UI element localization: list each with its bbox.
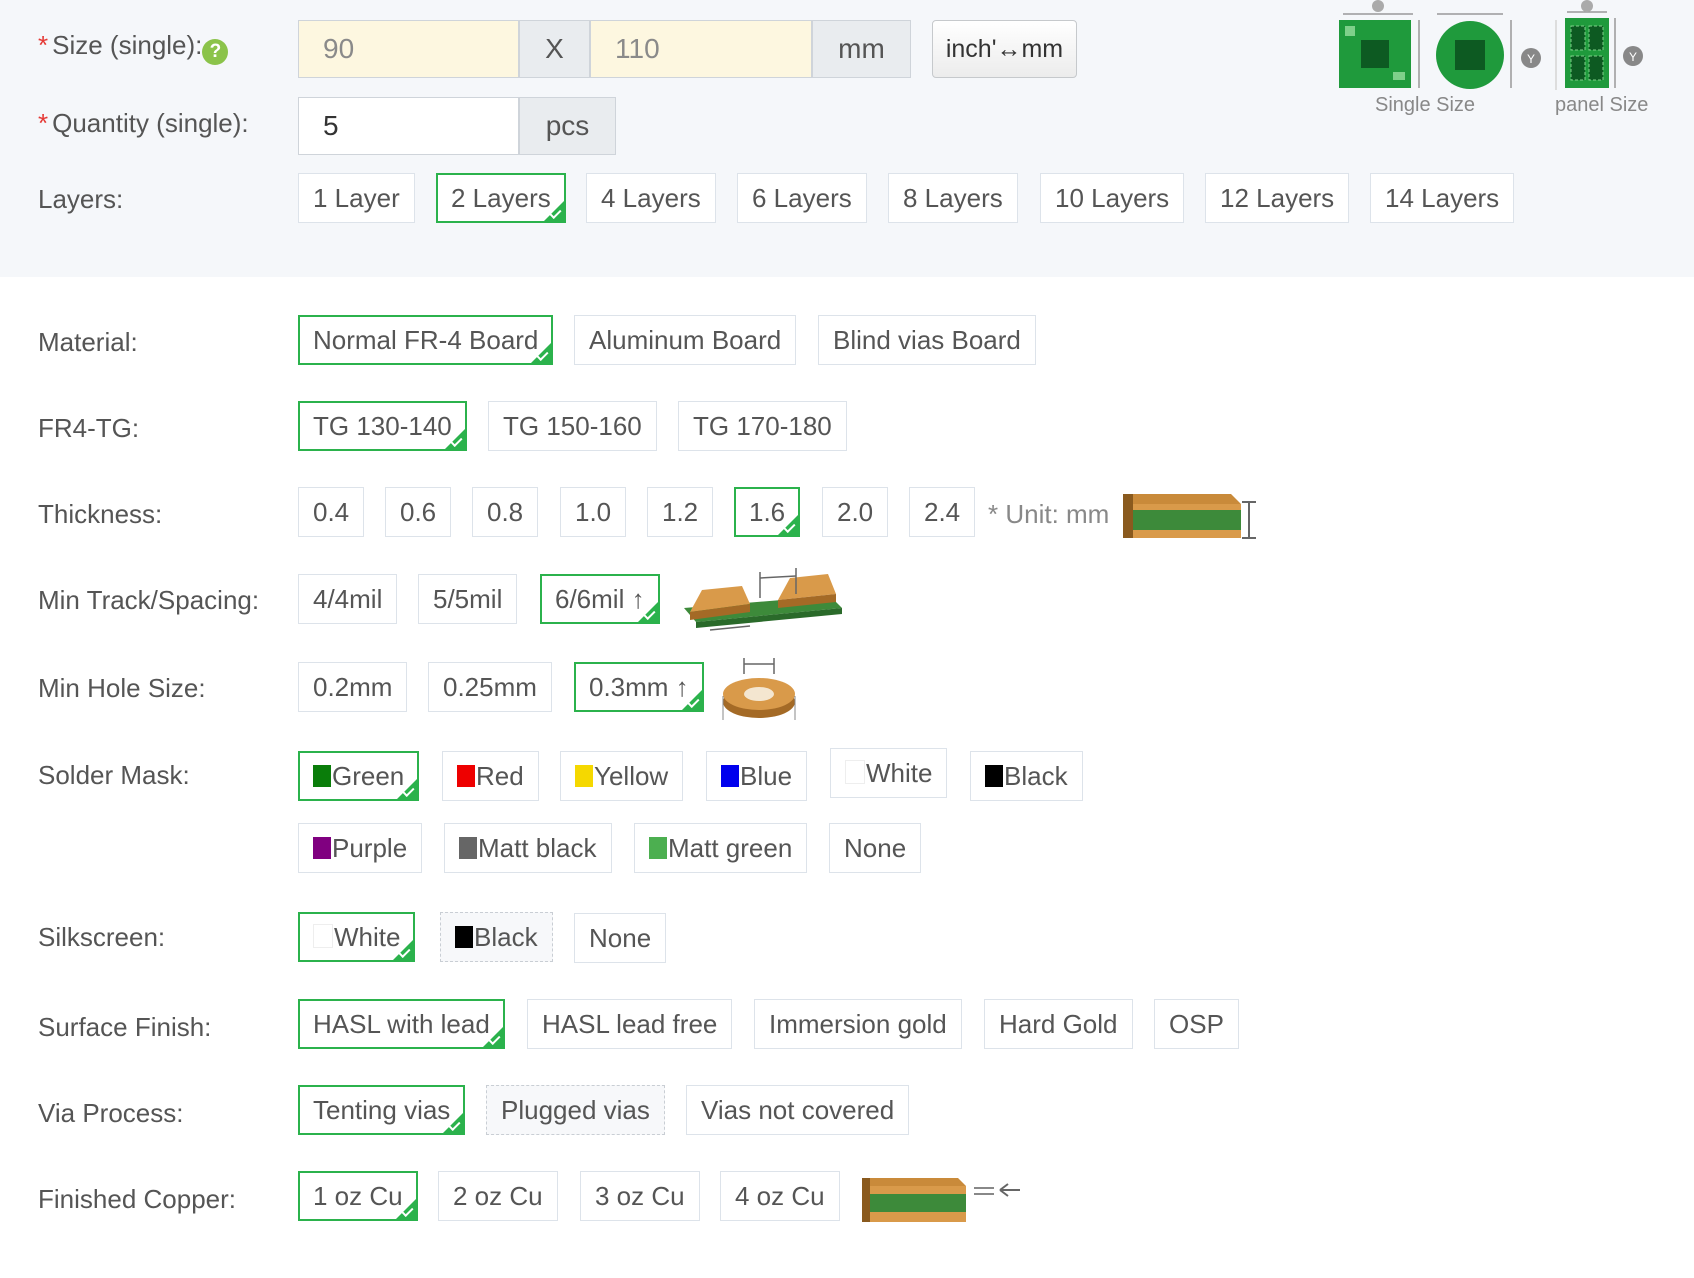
color-swatch — [313, 924, 333, 948]
surface-finish-option[interactable]: HASL lead free — [527, 999, 733, 1049]
track-spacing-icon — [684, 568, 842, 631]
copper-option[interactable]: 2 oz Cu — [438, 1171, 558, 1221]
via-process-option[interactable]: Plugged vias — [486, 1085, 665, 1135]
layer-option[interactable]: 14 Layers — [1370, 173, 1515, 223]
quantity-label: * Quantity (single): — [38, 108, 249, 138]
copper-option[interactable]: 1 oz Cu — [298, 1171, 418, 1221]
color-swatch — [313, 837, 331, 859]
track-spacing-label: Min Track/Spacing: — [38, 585, 260, 615]
color-swatch — [457, 765, 475, 787]
layer-option[interactable]: 2 Layers — [436, 173, 566, 223]
size-label: * Size (single):? — [38, 30, 229, 65]
copper-option[interactable]: 4 oz Cu — [720, 1171, 840, 1221]
color-swatch — [455, 926, 473, 948]
color-swatch — [575, 765, 593, 787]
material-option[interactable]: Aluminum Board — [574, 315, 797, 365]
solder-mask-option[interactable]: Blue — [706, 751, 808, 801]
width-input[interactable]: 90 — [298, 20, 519, 78]
layers-label: Layers: — [38, 184, 124, 214]
solder-mask-option[interactable]: Matt black — [444, 823, 612, 873]
hole-size-icon — [722, 658, 796, 720]
layer-option[interactable]: 10 Layers — [1040, 173, 1185, 223]
track-option[interactable]: 6/6mil ↑ — [540, 574, 660, 624]
height-input[interactable]: 110 — [590, 20, 812, 78]
material-label: Material: — [38, 327, 138, 357]
required-asterisk: * — [38, 30, 49, 60]
track-option[interactable]: 4/4mil — [298, 574, 398, 624]
quantity-input[interactable]: 5 — [298, 97, 519, 155]
layer-option[interactable]: 4 Layers — [586, 173, 716, 223]
hole-size-label: Min Hole Size: — [38, 673, 206, 703]
solder-mask-option[interactable]: Yellow — [560, 751, 684, 801]
silkscreen-option[interactable]: Black — [440, 912, 553, 962]
silkscreen-label: Silkscreen: — [38, 922, 166, 952]
surface-finish-option[interactable]: Hard Gold — [984, 999, 1133, 1049]
thickness-option[interactable]: 1.2 — [647, 487, 714, 537]
material-option[interactable]: Normal FR-4 Board — [298, 315, 554, 365]
via-process-option[interactable]: Tenting vias — [298, 1085, 466, 1135]
solder-mask-label: Solder Mask: — [38, 760, 190, 790]
hole-option[interactable]: 0.3mm ↑ — [574, 662, 704, 712]
color-swatch — [313, 765, 331, 787]
finished-copper-label: Finished Copper: — [38, 1184, 236, 1214]
surface-finish-label: Surface Finish: — [38, 1012, 212, 1042]
thickness-option[interactable]: 2.4 — [909, 487, 976, 537]
solder-mask-option[interactable]: Green — [298, 751, 420, 801]
fr4-tg-label: FR4-TG: — [38, 413, 140, 443]
surface-finish-option[interactable]: Immersion gold — [754, 999, 962, 1049]
size-unit: mm — [812, 20, 911, 78]
thickness-option[interactable]: 0.6 — [385, 487, 452, 537]
solder-mask-option[interactable]: Black — [970, 751, 1083, 801]
color-swatch — [845, 760, 865, 784]
thickness-option[interactable]: 2.0 — [822, 487, 889, 537]
required-asterisk: * — [38, 108, 49, 138]
solder-mask-option[interactable]: White — [830, 748, 948, 798]
solder-mask-option[interactable]: Purple — [298, 823, 423, 873]
layer-option[interactable]: 12 Layers — [1205, 173, 1350, 223]
via-process-label: Via Process: — [38, 1098, 184, 1128]
color-swatch — [459, 837, 477, 859]
layer-option[interactable]: 8 Layers — [888, 173, 1018, 223]
thickness-option[interactable]: 0.8 — [472, 487, 539, 537]
single-size-caption: Single Size — [1375, 94, 1476, 116]
size-separator: X — [519, 20, 590, 78]
thickness-unit-note: * Unit: mm — [988, 499, 1110, 529]
surface-finish-option[interactable]: OSP — [1154, 999, 1239, 1049]
hole-option[interactable]: 0.2mm — [298, 662, 408, 712]
color-swatch — [721, 765, 739, 787]
track-option[interactable]: 5/5mil — [418, 574, 518, 624]
silkscreen-option[interactable]: None — [574, 913, 667, 963]
tg-option[interactable]: TG 130-140 — [298, 401, 467, 451]
unit-toggle-button[interactable]: inch'↔mm — [932, 20, 1077, 78]
hole-option[interactable]: 0.25mm — [428, 662, 552, 712]
solder-mask-option[interactable]: Matt green — [634, 823, 808, 873]
material-option[interactable]: Blind vias Board — [818, 315, 1036, 365]
thickness-option[interactable]: 0.4 — [298, 487, 365, 537]
layer-option[interactable]: 1 Layer — [298, 173, 415, 223]
solder-mask-option[interactable]: Red — [442, 751, 539, 801]
surface-finish-option[interactable]: HASL with lead — [298, 999, 505, 1049]
color-swatch — [649, 837, 667, 859]
thickness-option[interactable]: 1.6 — [734, 487, 801, 537]
via-process-option[interactable]: Vias not covered — [686, 1085, 910, 1135]
svg-text:Y: Y — [1527, 52, 1535, 66]
copper-option[interactable]: 3 oz Cu — [580, 1171, 700, 1221]
color-swatch — [985, 765, 1003, 787]
panel-size-caption: panel Size — [1555, 94, 1649, 116]
copper-weight-icon — [862, 1178, 1020, 1222]
single-size-image: Y Y — [1339, 0, 1643, 90]
tg-option[interactable]: TG 150-160 — [488, 401, 657, 451]
svg-text:Y: Y — [1629, 50, 1637, 64]
thickness-option[interactable]: 1.0 — [560, 487, 627, 537]
solder-mask-option[interactable]: None — [829, 823, 922, 873]
tg-option[interactable]: TG 170-180 — [678, 401, 847, 451]
board-thickness-icon — [1123, 494, 1256, 539]
silkscreen-option[interactable]: White — [298, 912, 416, 962]
quantity-unit: pcs — [519, 97, 616, 155]
layer-option[interactable]: 6 Layers — [737, 173, 867, 223]
thickness-label: Thickness: — [38, 499, 163, 529]
help-icon[interactable]: ? — [202, 39, 229, 65]
